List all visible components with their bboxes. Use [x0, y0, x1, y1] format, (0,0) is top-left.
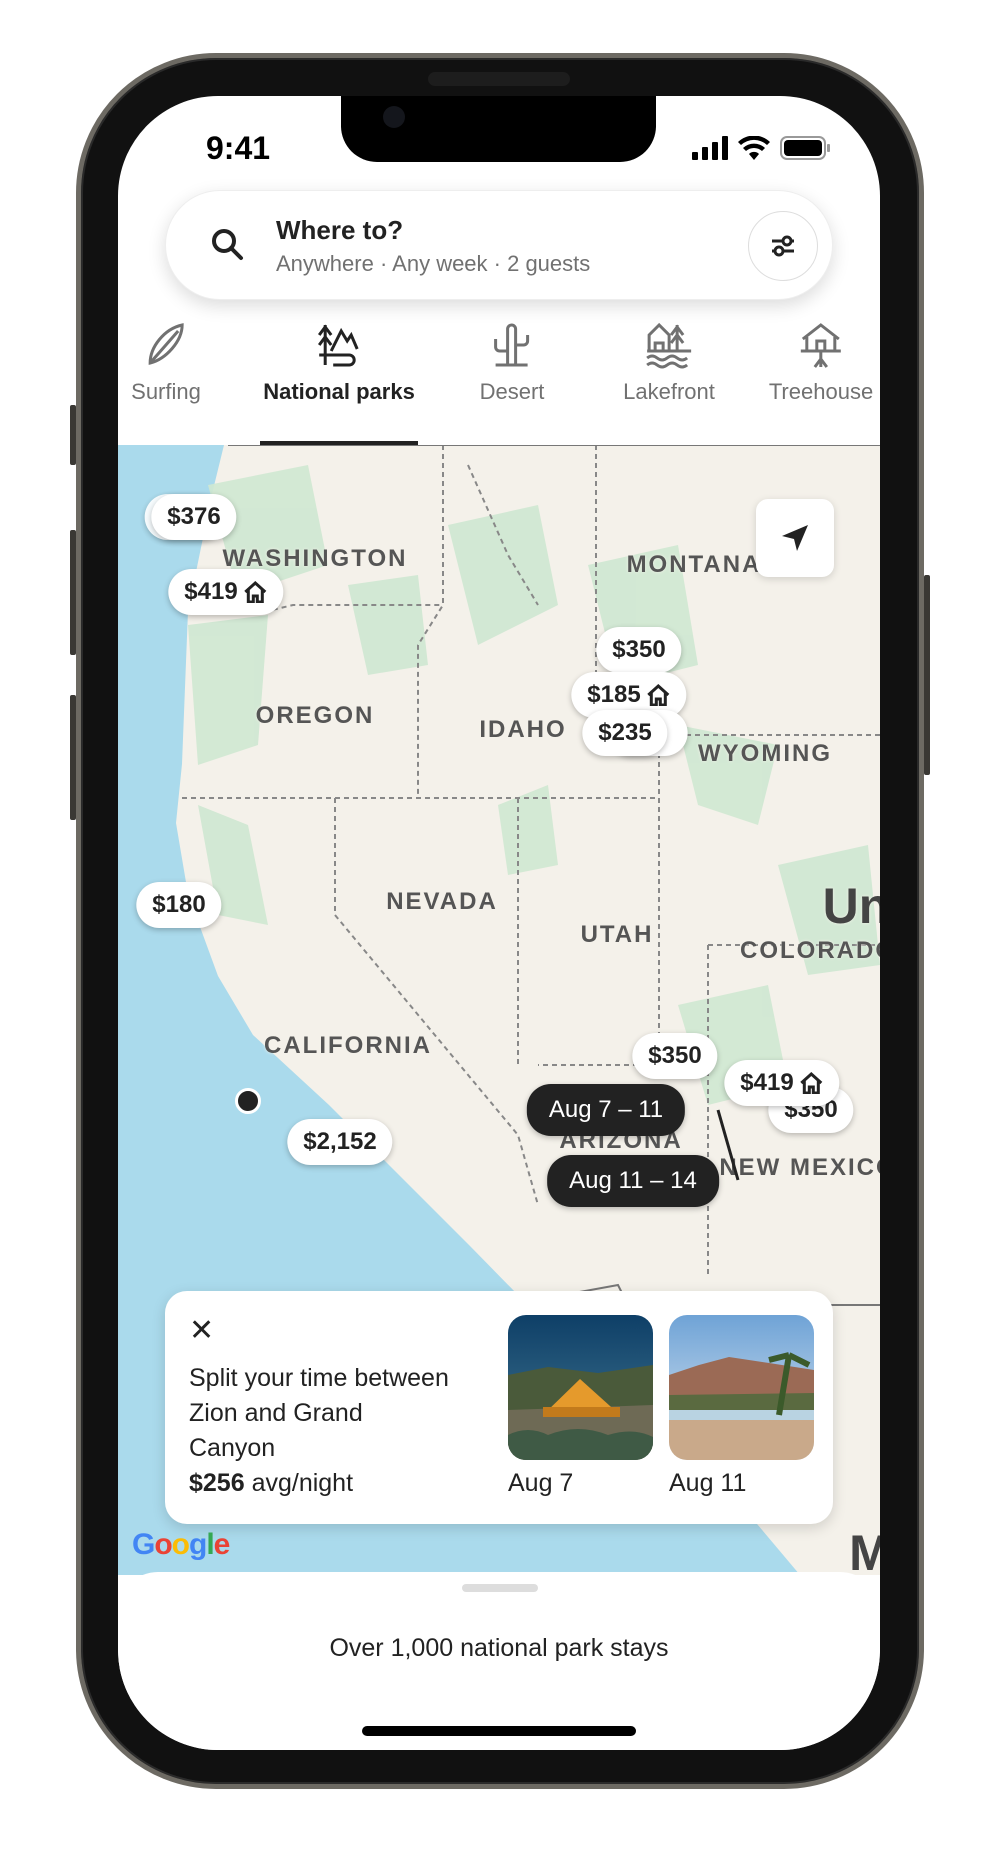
date-pin[interactable]: Aug 7 – 11 — [526, 1084, 686, 1136]
results-count: Over 1,000 national park stays — [329, 1634, 669, 1662]
tab-desert[interactable]: Desert — [479, 321, 545, 405]
tab-label: Lakefront — [623, 379, 715, 404]
speaker-grille — [428, 72, 570, 86]
tab-lakefront[interactable]: Lakefront — [623, 321, 715, 405]
filter-button[interactable] — [748, 211, 818, 281]
stay-photo-pool[interactable] — [669, 1315, 814, 1460]
treehouse-icon — [801, 323, 841, 368]
tab-surfing[interactable]: Surfing — [131, 321, 201, 405]
camera — [383, 106, 405, 128]
battery-icon — [780, 136, 830, 160]
card-title: Split your time between Zion and Grand C… — [189, 1364, 449, 1462]
tab-label: National parks — [263, 379, 415, 404]
tab-label: Surfing — [131, 379, 201, 404]
notch — [341, 96, 656, 162]
volume-down-button — [70, 695, 76, 820]
date-range: Aug 7 – 11 — [548, 1096, 664, 1123]
bottom-sheet[interactable]: Over 1,000 national park stays — [118, 1572, 880, 1750]
price: $2,152 — [303, 1128, 377, 1155]
price-pin[interactable]: $2,152 — [287, 1119, 393, 1165]
stay-date: Aug 7 — [508, 1469, 574, 1497]
wifi-icon — [738, 136, 770, 160]
filter-icon — [772, 235, 794, 257]
price-suffix: avg/night — [244, 1469, 354, 1497]
trip-suggestion-card[interactable]: ✕ Split your time between Zion and Grand… — [165, 1291, 833, 1524]
google-logo: Google — [132, 1528, 230, 1561]
tent-photo — [508, 1315, 653, 1460]
date-range: Aug 11 – 14 — [569, 1167, 697, 1194]
stay-date: Aug 11 — [669, 1469, 747, 1497]
cactus-icon — [494, 323, 530, 367]
tab-national-parks[interactable]: National parks — [263, 321, 415, 405]
tab-treehouse[interactable]: Treehouse — [769, 321, 873, 405]
mute-switch — [70, 405, 76, 465]
search-icon — [212, 229, 243, 260]
card-price: $256 avg/night — [189, 1469, 353, 1498]
home-indicator[interactable] — [362, 1726, 636, 1736]
date-pin[interactable]: Aug 11 – 14 — [547, 1155, 719, 1207]
stay-photo-tent[interactable] — [508, 1315, 653, 1460]
search-subtitle: Anywhere · Any week · 2 guests — [276, 251, 591, 276]
surfboard-icon — [148, 323, 184, 365]
category-tabs: Surfing National parks Desert Lakefront … — [118, 321, 880, 445]
close-icon[interactable]: ✕ — [189, 1313, 214, 1348]
search-title: Where to? — [276, 215, 404, 245]
drag-handle[interactable] — [462, 1584, 538, 1592]
tab-label: Desert — [479, 379, 545, 404]
status-icons — [692, 136, 830, 160]
lakefront-icon — [646, 322, 691, 369]
status-time: 9:41 — [206, 130, 271, 166]
pool-photo — [669, 1315, 814, 1460]
tab-label: Treehouse — [768, 379, 874, 404]
power-button — [924, 575, 930, 775]
volume-up-button — [70, 530, 76, 655]
price-amount: $256 — [189, 1469, 245, 1497]
cellular-signal-icon — [692, 136, 728, 160]
national-park-icon — [317, 324, 359, 367]
search-bar[interactable]: Where to? Anywhere · Any week · 2 guests — [165, 190, 833, 300]
screen: 9:41 Where to? Anywhere · Any week · 2 g… — [118, 96, 880, 1750]
